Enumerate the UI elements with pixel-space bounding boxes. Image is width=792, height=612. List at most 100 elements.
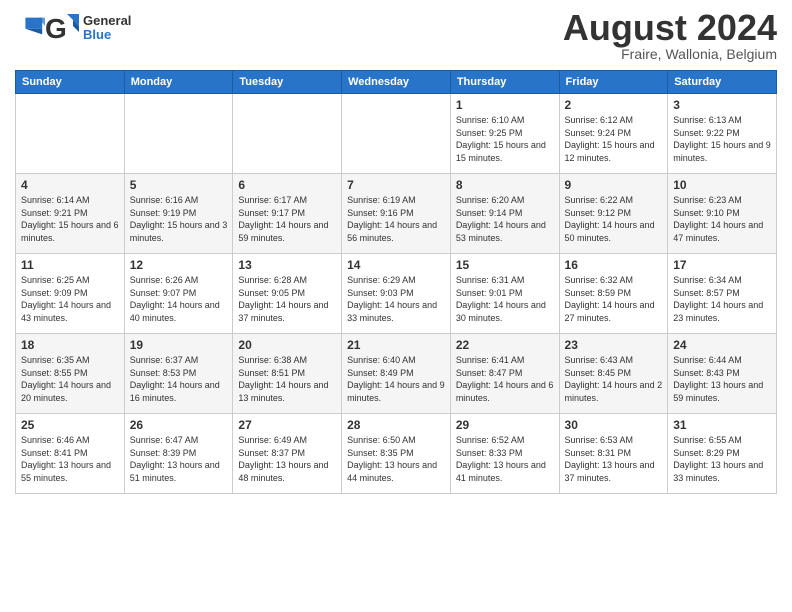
day-info: Sunrise: 6:20 AMSunset: 9:14 PMDaylight:… xyxy=(456,194,554,244)
calendar-cell xyxy=(16,94,125,174)
svg-text:G: G xyxy=(45,13,67,44)
day-info: Sunrise: 6:17 AMSunset: 9:17 PMDaylight:… xyxy=(238,194,336,244)
logo: G General Blue xyxy=(15,10,131,46)
day-info: Sunrise: 6:53 AMSunset: 8:31 PMDaylight:… xyxy=(565,434,663,484)
logo-text: G General Blue xyxy=(45,10,131,46)
month-title: August 2024 xyxy=(563,10,777,46)
day-number: 27 xyxy=(238,418,336,432)
day-info: Sunrise: 6:29 AMSunset: 9:03 PMDaylight:… xyxy=(347,274,445,324)
calendar-cell: 29Sunrise: 6:52 AMSunset: 8:33 PMDayligh… xyxy=(450,414,559,494)
day-number: 9 xyxy=(565,178,663,192)
title-area: August 2024 Fraire, Wallonia, Belgium xyxy=(563,10,777,62)
day-number: 15 xyxy=(456,258,554,272)
logo-bird-icon: G xyxy=(45,10,81,46)
calendar-cell: 19Sunrise: 6:37 AMSunset: 8:53 PMDayligh… xyxy=(124,334,233,414)
calendar-week-2: 4Sunrise: 6:14 AMSunset: 9:21 PMDaylight… xyxy=(16,174,777,254)
day-info: Sunrise: 6:12 AMSunset: 9:24 PMDaylight:… xyxy=(565,114,663,164)
calendar-cell: 26 Sunrise: 6:47 AMSunset: 8:39 PMDayligh… xyxy=(124,414,233,494)
day-info: Sunrise: 6:46 AMSunset: 8:41 PMDaylight:… xyxy=(21,434,119,484)
calendar-cell: 1Sunrise: 6:10 AMSunset: 9:25 PMDaylight… xyxy=(450,94,559,174)
day-number: 16 xyxy=(565,258,663,272)
page: G General Blue August 2024 Fraire, Wallo… xyxy=(0,0,792,612)
day-number: 19 xyxy=(130,338,228,352)
day-info: Sunrise: 6:40 AMSunset: 8:49 PMDaylight:… xyxy=(347,354,445,404)
calendar-cell: 30 Sunrise: 6:53 AMSunset: 8:31 PMDayligh… xyxy=(559,414,668,494)
day-info: Sunrise: 6:26 AMSunset: 9:07 PMDaylight:… xyxy=(130,274,228,324)
day-info: Sunrise: 6:19 AMSunset: 9:16 PMDaylight:… xyxy=(347,194,445,244)
day-info: Sunrise: 6:50 AMSunset: 8:35 PMDaylight:… xyxy=(347,434,445,484)
calendar-header-row: Sunday Monday Tuesday Wednesday Thursday… xyxy=(16,71,777,94)
day-info: Sunrise: 6:52 AMSunset: 8:33 PMDaylight:… xyxy=(456,434,554,484)
day-info: Sunrise: 6:22 AMSunset: 9:12 PMDaylight:… xyxy=(565,194,663,244)
calendar-cell: 11 Sunrise: 6:25 AMSunset: 9:09 PMDayligh… xyxy=(16,254,125,334)
day-number: 8 xyxy=(456,178,554,192)
header-friday: Friday xyxy=(559,71,668,94)
day-number: 14 xyxy=(347,258,445,272)
header-monday: Monday xyxy=(124,71,233,94)
day-info: Sunrise: 6:41 AMSunset: 8:47 PMDaylight:… xyxy=(456,354,554,404)
header-saturday: Saturday xyxy=(668,71,777,94)
day-number: 5 xyxy=(130,178,228,192)
day-info: Sunrise: 6:14 AMSunset: 9:21 PMDaylight:… xyxy=(21,194,119,244)
calendar-cell: 21Sunrise: 6:40 AMSunset: 8:49 PMDayligh… xyxy=(342,334,451,414)
calendar-week-3: 11 Sunrise: 6:25 AMSunset: 9:09 PMDayligh… xyxy=(16,254,777,334)
header-thursday: Thursday xyxy=(450,71,559,94)
day-number: 26 xyxy=(130,418,228,432)
day-info: Sunrise: 6:25 AMSunset: 9:09 PMDaylight:… xyxy=(21,274,119,324)
day-info: Sunrise: 6:44 AMSunset: 8:43 PMDaylight:… xyxy=(673,354,771,404)
calendar-cell: 12 Sunrise: 6:26 AMSunset: 9:07 PMDayligh… xyxy=(124,254,233,334)
day-number: 13 xyxy=(238,258,336,272)
day-number: 25 xyxy=(21,418,119,432)
day-info: Sunrise: 6:13 AMSunset: 9:22 PMDaylight:… xyxy=(673,114,771,164)
calendar-cell: 27Sunrise: 6:49 AMSunset: 8:37 PMDayligh… xyxy=(233,414,342,494)
calendar-week-1: 1Sunrise: 6:10 AMSunset: 9:25 PMDaylight… xyxy=(16,94,777,174)
day-info: Sunrise: 6:31 AMSunset: 9:01 PMDaylight:… xyxy=(456,274,554,324)
day-info: Sunrise: 6:34 AMSunset: 8:57 PMDaylight:… xyxy=(673,274,771,324)
calendar-cell: 4Sunrise: 6:14 AMSunset: 9:21 PMDaylight… xyxy=(16,174,125,254)
logo-general-text: General xyxy=(83,14,131,28)
day-info: Sunrise: 6:43 AMSunset: 8:45 PMDaylight:… xyxy=(565,354,663,404)
day-info: Sunrise: 6:28 AMSunset: 9:05 PMDaylight:… xyxy=(238,274,336,324)
day-number: 11 xyxy=(21,258,119,272)
day-number: 3 xyxy=(673,98,771,112)
day-number: 22 xyxy=(456,338,554,352)
day-info: Sunrise: 6:47 AMSunset: 8:39 PMDaylight:… xyxy=(130,434,228,484)
day-info: Sunrise: 6:38 AMSunset: 8:51 PMDaylight:… xyxy=(238,354,336,404)
logo-blue-text: Blue xyxy=(83,28,131,42)
header: G General Blue August 2024 Fraire, Wallo… xyxy=(15,10,777,62)
calendar-cell: 25 Sunrise: 6:46 AMSunset: 8:41 PMDayligh… xyxy=(16,414,125,494)
calendar-cell: 6 Sunrise: 6:17 AMSunset: 9:17 PMDaylight… xyxy=(233,174,342,254)
day-number: 6 xyxy=(238,178,336,192)
calendar-cell: 24Sunrise: 6:44 AMSunset: 8:43 PMDayligh… xyxy=(668,334,777,414)
calendar-cell: 7Sunrise: 6:19 AMSunset: 9:16 PMDaylight… xyxy=(342,174,451,254)
calendar-cell: 20 Sunrise: 6:38 AMSunset: 8:51 PMDayligh… xyxy=(233,334,342,414)
calendar-cell: 18Sunrise: 6:35 AMSunset: 8:55 PMDayligh… xyxy=(16,334,125,414)
day-number: 12 xyxy=(130,258,228,272)
calendar-cell: 14 Sunrise: 6:29 AMSunset: 9:03 PMDayligh… xyxy=(342,254,451,334)
calendar-cell: 8 Sunrise: 6:20 AMSunset: 9:14 PMDaylight… xyxy=(450,174,559,254)
calendar-cell: 3 Sunrise: 6:13 AMSunset: 9:22 PMDaylight… xyxy=(668,94,777,174)
day-info: Sunrise: 6:35 AMSunset: 8:55 PMDaylight:… xyxy=(21,354,119,404)
calendar-cell xyxy=(342,94,451,174)
calendar-cell: 5Sunrise: 6:16 AMSunset: 9:19 PMDaylight… xyxy=(124,174,233,254)
calendar-week-5: 25 Sunrise: 6:46 AMSunset: 8:41 PMDayligh… xyxy=(16,414,777,494)
header-sunday: Sunday xyxy=(16,71,125,94)
calendar-cell: 13 Sunrise: 6:28 AMSunset: 9:05 PMDayligh… xyxy=(233,254,342,334)
day-number: 23 xyxy=(565,338,663,352)
day-number: 31 xyxy=(673,418,771,432)
calendar-table: Sunday Monday Tuesday Wednesday Thursday… xyxy=(15,70,777,494)
header-tuesday: Tuesday xyxy=(233,71,342,94)
day-number: 17 xyxy=(673,258,771,272)
location-subtitle: Fraire, Wallonia, Belgium xyxy=(563,46,777,62)
calendar-cell: 15 Sunrise: 6:31 AMSunset: 9:01 PMDayligh… xyxy=(450,254,559,334)
calendar-week-4: 18Sunrise: 6:35 AMSunset: 8:55 PMDayligh… xyxy=(16,334,777,414)
calendar-cell: 10Sunrise: 6:23 AMSunset: 9:10 PMDayligh… xyxy=(668,174,777,254)
logo-icon xyxy=(17,12,45,40)
day-info: Sunrise: 6:10 AMSunset: 9:25 PMDaylight:… xyxy=(456,114,554,164)
day-number: 30 xyxy=(565,418,663,432)
day-info: Sunrise: 6:23 AMSunset: 9:10 PMDaylight:… xyxy=(673,194,771,244)
day-number: 20 xyxy=(238,338,336,352)
calendar-cell: 31Sunrise: 6:55 AMSunset: 8:29 PMDayligh… xyxy=(668,414,777,494)
header-wednesday: Wednesday xyxy=(342,71,451,94)
calendar-cell xyxy=(124,94,233,174)
